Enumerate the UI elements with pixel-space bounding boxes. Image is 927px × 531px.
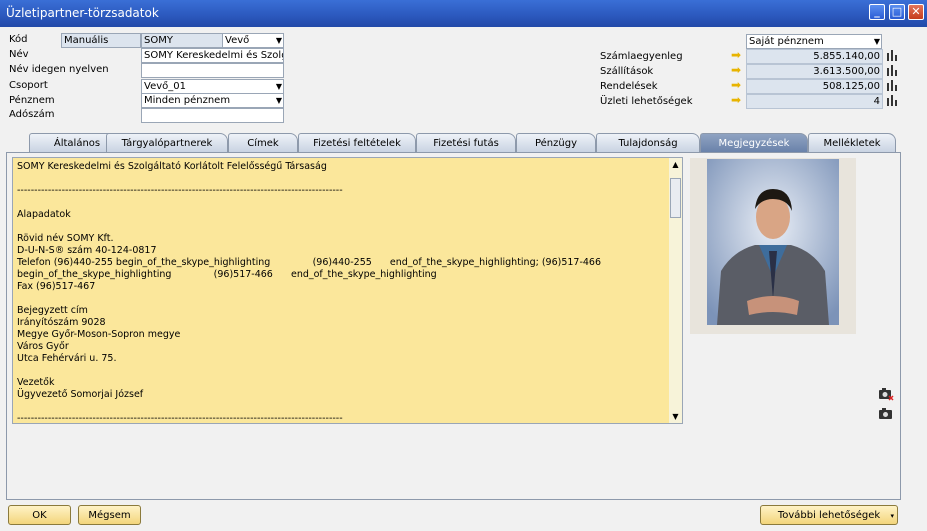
kpi-label-balance: Számlaegyenleg bbox=[600, 51, 683, 62]
kpi-value-balance: 5.855.140,00 bbox=[746, 49, 883, 64]
remove-picture-icon[interactable] bbox=[878, 387, 894, 401]
scroll-thumb[interactable] bbox=[670, 178, 681, 218]
close-button[interactable]: ✕ bbox=[908, 4, 924, 20]
bar-chart-icon[interactable] bbox=[886, 79, 898, 91]
notes-line: Megye Győr-Moson-Sopron megye bbox=[17, 329, 181, 340]
notes-line: Város Győr bbox=[17, 341, 69, 352]
tab-targyalopartnerek[interactable]: Tárgyalópartnerek bbox=[106, 133, 228, 152]
kpi-value-deliveries: 3.613.500,00 bbox=[746, 64, 883, 79]
penznem-value: Minden pénznem bbox=[144, 95, 231, 106]
notes-line: begin_of_the_skype_highlighting (96)517-… bbox=[17, 269, 437, 280]
tab-megjegyzesek[interactable]: Megjegyzések bbox=[700, 133, 808, 152]
kpi-label-opportunities: Üzleti lehetőségek bbox=[600, 96, 693, 107]
chevron-down-icon: ▼ bbox=[275, 36, 282, 45]
notes-line: Irányítószám 9028 bbox=[17, 317, 106, 328]
notes-line: Utca Fehérvári u. 75. bbox=[17, 353, 117, 364]
title-bar: Üzletipartner-törzsadatok _ □ ✕ bbox=[0, 0, 927, 27]
kod-label: Kód bbox=[9, 34, 28, 45]
nev-field[interactable]: SOMY Kereskedelmi és Szolgálta bbox=[141, 48, 284, 63]
notes-line: Ügyvezető Somorjai József bbox=[17, 389, 144, 400]
nev-idegen-field[interactable] bbox=[141, 63, 284, 78]
bar-chart-icon[interactable] bbox=[886, 64, 898, 76]
notes-line: ----------------------------------------… bbox=[17, 413, 343, 424]
kod-series-field[interactable]: Manuális bbox=[61, 33, 141, 48]
link-arrow-icon[interactable]: ➡ bbox=[731, 94, 743, 106]
csoport-label: Csoport bbox=[9, 80, 48, 91]
kpi-label-orders: Rendelések bbox=[600, 81, 658, 92]
tab-tulajdonsag[interactable]: Tulajdonság bbox=[596, 133, 700, 152]
chevron-down-icon: ▾ bbox=[890, 512, 894, 520]
notes-line: Telefon (96)440-255 begin_of_the_skype_h… bbox=[17, 257, 602, 268]
csoport-value: Vevő_01 bbox=[144, 81, 186, 92]
kod-field[interactable]: SOMY bbox=[141, 33, 223, 48]
chevron-down-icon: ▼ bbox=[275, 96, 282, 105]
cancel-button[interactable]: Mégsem bbox=[78, 505, 141, 525]
link-arrow-icon[interactable]: ➡ bbox=[731, 79, 743, 91]
kpi-value-orders: 508.125,00 bbox=[746, 79, 883, 94]
adoszam-label: Adószám bbox=[9, 109, 55, 120]
kpi-value-opportunities: 4 bbox=[746, 94, 883, 109]
ok-button[interactable]: OK bbox=[8, 505, 71, 525]
photo-frame bbox=[690, 158, 856, 334]
minimize-button[interactable]: _ bbox=[869, 4, 885, 20]
currency-select[interactable]: Saját pénznem ▼ bbox=[746, 34, 882, 49]
notes-line: D-U-N-S® szám 40-124-0817 bbox=[17, 245, 157, 256]
link-arrow-icon[interactable]: ➡ bbox=[731, 49, 743, 61]
notes-line: SOMY Kereskedelmi és Szolgáltató Korláto… bbox=[17, 161, 327, 172]
maximize-button[interactable]: □ bbox=[889, 4, 905, 20]
kpi-label-deliveries: Szállítások bbox=[600, 66, 654, 77]
penznem-select[interactable]: Minden pénznem ▼ bbox=[141, 93, 284, 108]
nev-idegen-label: Név idegen nyelven bbox=[9, 64, 109, 75]
maximize-icon: □ bbox=[891, 5, 903, 18]
link-arrow-icon[interactable]: ➡ bbox=[731, 64, 743, 76]
close-icon: ✕ bbox=[911, 5, 921, 18]
kod-type-select[interactable]: Vevő ▼ bbox=[222, 33, 284, 48]
more-options-label: További lehetőségek bbox=[777, 510, 881, 521]
notes-textarea[interactable]: SOMY Kereskedelmi és Szolgáltató Korláto… bbox=[12, 157, 683, 424]
notes-line: ----------------------------------------… bbox=[17, 185, 343, 196]
notes-line: Vezetők bbox=[17, 377, 55, 388]
camera-icon[interactable] bbox=[878, 407, 894, 421]
tab-penzugy[interactable]: Pénzügy bbox=[516, 133, 596, 152]
adoszam-field[interactable] bbox=[141, 108, 284, 123]
nev-label: Név bbox=[9, 49, 29, 60]
scroll-up-icon[interactable]: ▲ bbox=[669, 158, 682, 171]
partner-photo bbox=[707, 159, 839, 325]
kod-type-value: Vevő bbox=[225, 35, 250, 46]
more-options-button[interactable]: További lehetőségek ▾ bbox=[760, 505, 898, 525]
tab-mellekletek[interactable]: Mellékletek bbox=[808, 133, 896, 152]
notes-line: Fax (96)517-467 bbox=[17, 281, 96, 292]
chevron-down-icon: ▼ bbox=[275, 82, 282, 91]
notes-line: Bejegyzett cím bbox=[17, 305, 88, 316]
tab-fizetesi-feltetelek[interactable]: Fizetési feltételek bbox=[298, 133, 416, 152]
window-title: Üzletipartner-törzsadatok bbox=[6, 6, 159, 20]
csoport-select[interactable]: Vevő_01 ▼ bbox=[141, 79, 284, 94]
penznem-label: Pénznem bbox=[9, 95, 55, 106]
bar-chart-icon[interactable] bbox=[886, 94, 898, 106]
scroll-down-icon[interactable]: ▼ bbox=[669, 410, 682, 423]
tab-fizetesi-futas[interactable]: Fizetési futás bbox=[416, 133, 516, 152]
bar-chart-icon[interactable] bbox=[886, 49, 898, 61]
minimize-icon: _ bbox=[874, 5, 880, 18]
chevron-down-icon: ▼ bbox=[873, 37, 880, 46]
notes-line: Rövid név SOMY Kft. bbox=[17, 233, 114, 244]
tab-cimek[interactable]: Címek bbox=[228, 133, 298, 152]
notes-scrollbar[interactable]: ▲ ▼ bbox=[669, 158, 682, 423]
currency-value: Saját pénznem bbox=[749, 36, 824, 47]
notes-line: Alapadatok bbox=[17, 209, 71, 220]
